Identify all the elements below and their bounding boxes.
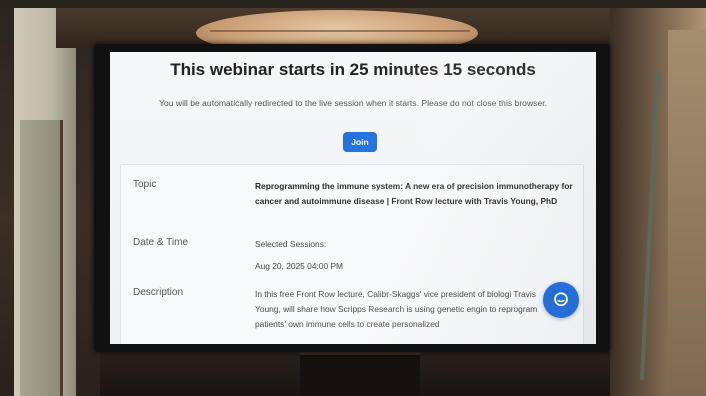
session-datetime: Aug 20, 2025 04:00 PM (255, 261, 344, 271)
datetime-label: Date & Time (133, 237, 189, 248)
topic-label: Topic (133, 179, 157, 190)
soundbar (300, 352, 420, 396)
chat-button[interactable] (543, 282, 579, 318)
right-wall-board (668, 30, 706, 396)
selected-sessions-label: Selected Sessions: (255, 239, 327, 249)
surfboard-stripe (210, 30, 470, 32)
join-button[interactable]: Join (343, 132, 377, 152)
redirect-note: You will be automatically redirected to … (158, 98, 548, 108)
description-value: In this free Front Row lecture, Calibr-S… (255, 289, 538, 329)
topic-value: Reprogramming the immune system: A new e… (255, 181, 573, 206)
chat-bubble-icon (554, 292, 568, 307)
photo-scene: This webinar starts in 25 minutes 15 sec… (0, 0, 706, 396)
left-wall-panel (20, 120, 63, 396)
countdown-title: This webinar starts in 25 minutes 15 sec… (170, 60, 536, 79)
description-label: Description (133, 287, 184, 298)
webinar-waiting-page: This webinar starts in 25 minutes 15 sec… (110, 52, 596, 344)
webinar-details-card: Topic Reprogramming the immune system: A… (120, 164, 584, 344)
